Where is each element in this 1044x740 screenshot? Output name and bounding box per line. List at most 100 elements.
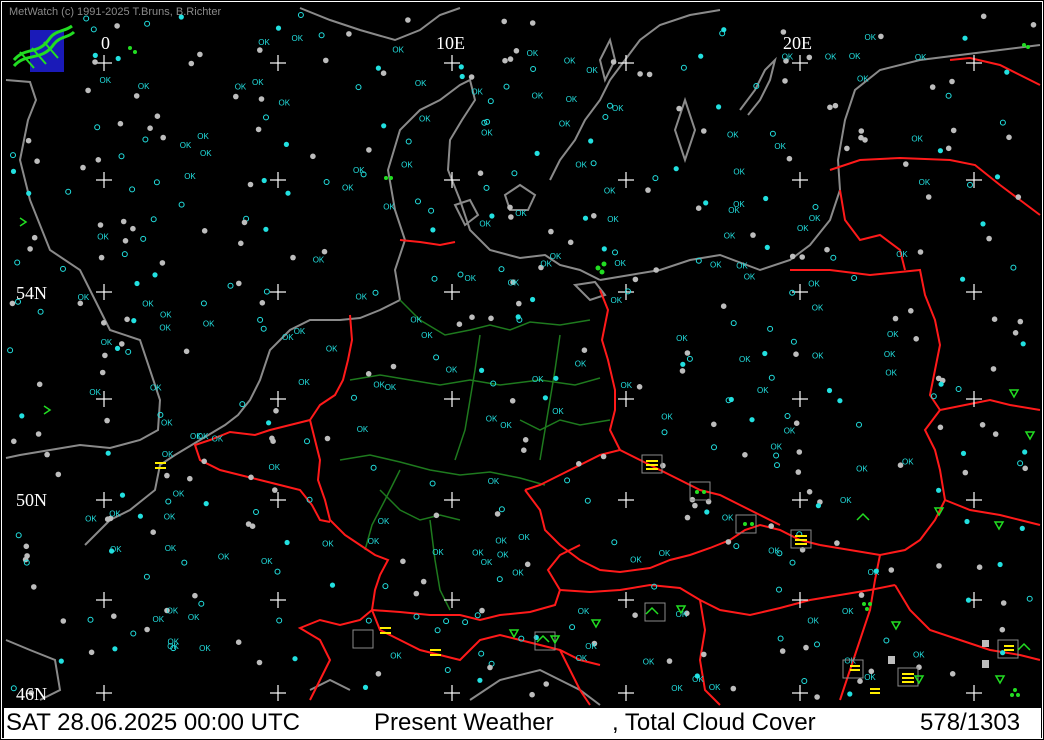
station-circle-icon: [847, 691, 853, 697]
station-circle-icon: [413, 590, 420, 597]
station-circle-icon: [749, 417, 755, 423]
station-circle-icon: [824, 246, 830, 253]
cloud-ok-label: OK: [812, 352, 824, 361]
station-circle-icon: [255, 126, 262, 133]
cloud-ok-label: OK: [661, 413, 673, 422]
cloud-ok-label: OK: [518, 533, 530, 542]
cloud-ok-label: OK: [282, 333, 294, 342]
cloud-ok-label: OK: [709, 683, 721, 692]
cloud-ok-label: OK: [472, 549, 484, 558]
station-circle-icon: [582, 215, 589, 221]
cloud-ok-label: OK: [825, 53, 837, 62]
status-overlay[interactable]: , Total Cloud Cover: [612, 708, 816, 738]
cloud-ok-label: OK: [692, 675, 704, 684]
cloud-ok-label: OK: [733, 168, 745, 177]
station-circle-icon: [275, 25, 282, 31]
station-circle-icon: [420, 578, 427, 585]
station-circle-icon: [183, 348, 190, 355]
cloud-ok-label: OK: [500, 421, 512, 430]
station-circle-icon: [98, 254, 105, 261]
cloud-ok-label: OK: [164, 513, 176, 522]
cloud-ok-label: OK: [180, 141, 192, 150]
cloud-ok-label: OK: [279, 98, 291, 107]
cloud-ok-label: OK: [258, 38, 270, 47]
station-circle-icon: [636, 384, 643, 390]
station-circle-icon: [489, 213, 495, 219]
cloud-ok-label: OK: [840, 496, 852, 505]
station-circle-icon: [134, 280, 140, 287]
station-circle-icon: [26, 190, 32, 196]
station-circle-icon: [430, 227, 436, 233]
station-circle-icon: [976, 564, 983, 570]
cloud-ok-label: OK: [844, 657, 856, 666]
station-circle-icon: [284, 539, 290, 546]
station-circle-icon: [117, 120, 124, 127]
weather-map[interactable]: OK OK OK OK OK OK OK OK OK OK OK OK OK OK OK OK OK OK OK OK…: [0, 0, 1044, 740]
station-circle-icon: [131, 318, 137, 324]
cloud-ok-label: OK: [812, 303, 824, 312]
station-circle-icon: [459, 73, 465, 80]
cloud-ok-label: OK: [160, 311, 172, 320]
station-circle-icon: [144, 626, 150, 633]
station-circle-icon: [826, 387, 833, 394]
station-circle-icon: [524, 561, 531, 568]
cloud-ok-label: OK: [153, 615, 165, 624]
station-circle-icon: [120, 218, 127, 225]
cloud-ok-label: OK: [385, 383, 397, 392]
cloud-ok-label: OK: [643, 658, 655, 667]
station-circle-icon: [553, 375, 559, 381]
station-circle-icon: [637, 71, 643, 77]
cloud-ok-label: OK: [864, 673, 876, 682]
station-circle-icon: [779, 648, 786, 654]
cloud-ok-label: OK: [142, 300, 154, 309]
cloud-ok-label: OK: [326, 345, 338, 354]
station-circle-icon: [750, 232, 756, 238]
status-datetime: SAT 28.06.2025 00:00 UTC: [6, 709, 300, 736]
cloud-ok-label: OK: [724, 232, 736, 241]
station-circle-icon: [925, 194, 932, 200]
cloud-ok-label: OK: [784, 426, 796, 435]
station-circle-icon: [99, 369, 106, 376]
station-circle-icon: [381, 123, 387, 129]
station-circle-icon: [390, 363, 397, 370]
cloud-ok-label: OK: [515, 209, 527, 218]
station-circle-icon: [147, 125, 153, 131]
status-layer[interactable]: Present Weather: [374, 708, 554, 738]
cloud-ok-label: OK: [607, 215, 619, 224]
cloud-ok-label: OK: [85, 515, 97, 524]
station-circle-icon: [815, 503, 822, 509]
cloud-ok-label: OK: [252, 78, 264, 87]
cloud-ok-label: OK: [101, 338, 113, 347]
station-circle-icon: [137, 513, 143, 519]
cloud-ok-label: OK: [575, 160, 587, 169]
station-circle-icon: [380, 70, 387, 76]
station-circle-icon: [122, 238, 129, 244]
cloud-ok-label: OK: [97, 233, 109, 242]
station-circle-icon: [273, 408, 279, 414]
cloud-ok-label: OK: [497, 551, 509, 560]
station-circle-icon: [521, 447, 527, 454]
station-circle-icon: [468, 74, 475, 80]
station-circle-icon: [97, 222, 104, 228]
station-circle-icon: [27, 246, 33, 252]
cloud-ok-label: OK: [857, 75, 869, 84]
cloud-ok-label: OK: [728, 206, 740, 215]
cloud-ok-label: OK: [566, 95, 578, 104]
station-circle-icon: [695, 205, 702, 211]
cloud-ok-label: OK: [356, 293, 368, 302]
station-circle-icon: [501, 18, 508, 25]
station-circle-icon: [684, 514, 691, 521]
station-circle-icon: [742, 452, 748, 458]
latitude-label-46n: 46N: [16, 684, 47, 704]
cloud-ok-label: OK: [197, 432, 209, 441]
station-circle-icon: [477, 677, 483, 683]
station-circle-icon: [701, 128, 707, 134]
station-circle-icon: [201, 228, 208, 234]
station-circle-icon: [793, 420, 800, 427]
station-circle-icon: [130, 225, 136, 232]
station-circle-icon: [945, 145, 952, 152]
station-circle-icon: [789, 253, 796, 260]
station-circle-icon: [529, 691, 535, 698]
map-canvas[interactable]: OK OK OK OK OK OK OK OK OK OK OK OK OK OK OK OK OK OK OK OK…: [0, 0, 1044, 740]
station-circle-icon: [192, 592, 198, 599]
